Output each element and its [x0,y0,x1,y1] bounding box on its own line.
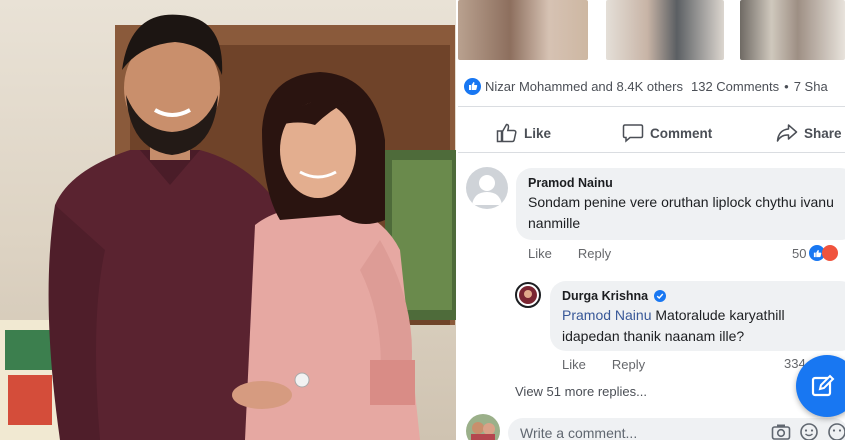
photo-illustration [0,14,456,440]
shares-count[interactable]: 7 Sha [794,79,828,94]
gif-icon[interactable] [826,421,845,440]
comment-bubble: Pramod Nainu Sondam penine vere oruthan … [516,168,845,240]
sticker-icon[interactable] [798,421,820,440]
like-button[interactable]: Like [496,116,551,150]
like-reaction-icon [464,77,481,95]
post-photo-1[interactable] [458,0,588,60]
couple-photo [0,0,456,440]
comments-count[interactable]: 132 Comments [691,79,779,94]
reactions-summary-text[interactable]: Nizar Mohammed and 8.4K others [485,79,683,94]
view-more-replies-link[interactable]: View 51 more replies... [515,384,647,399]
post-action-bar: Like Comment Share [458,116,845,150]
comment-text: Sondam penine vere oruthan liplock chyth… [528,194,834,231]
separator-dot: • [784,78,789,94]
default-avatar-icon [472,175,502,205]
comment-like-link[interactable]: Like [528,246,552,261]
like-icon [496,123,517,143]
reply-author[interactable]: Durga Krishna [562,289,648,303]
comment-icon [622,124,644,143]
comment-reaction-count[interactable]: 50 [792,245,839,261]
post-photo-thumbnails [458,0,845,62]
verified-icon [654,290,667,302]
angry-reaction-icon [822,245,839,261]
reply-text-line: Pramod Nainu Matoralude karyathill idape… [562,305,844,347]
comment-input-placeholder: Write a comment... [520,425,638,440]
reply-mention[interactable]: Pramod Nainu [562,307,652,323]
post-photo-3[interactable] [740,0,845,60]
reply-like-link[interactable]: Like [562,357,586,372]
avatar[interactable] [466,167,508,209]
compose-button[interactable] [796,355,845,417]
share-button-label: Share [804,125,842,141]
reply-reply-link[interactable]: Reply [612,357,645,372]
divider-line [458,152,845,153]
user-photo-icon [471,422,495,440]
like-button-label: Like [524,125,552,141]
comment-meta: Like Reply [528,246,611,261]
avatar[interactable] [515,282,541,308]
share-button[interactable]: Share [776,116,842,150]
facebook-post-screenshot: Nizar Mohammed and 8.4K others 132 Comme… [458,0,845,440]
reply-author-row: Durga Krishna [562,289,844,303]
camera-icon[interactable] [770,421,792,440]
reply-meta: Like Reply [562,357,645,372]
comment-reply-link[interactable]: Reply [578,246,611,261]
page-avatar-icon [519,286,537,304]
divider-line [458,106,845,107]
comment-button-label: Comment [650,125,713,141]
compose-icon [811,374,835,397]
post-photo-2[interactable] [606,0,724,60]
comment-author[interactable]: Pramod Nainu [528,176,844,190]
share-icon [776,124,798,142]
comment-button[interactable]: Comment [622,116,712,150]
current-user-avatar[interactable] [466,414,500,440]
reaction-count: 50 [792,245,807,261]
reactions-summary[interactable]: Nizar Mohammed and 8.4K others 132 Comme… [464,75,845,97]
reply-bubble: Durga Krishna Pramod Nainu Matoralude ka… [550,281,845,351]
composer-tools [764,421,845,440]
